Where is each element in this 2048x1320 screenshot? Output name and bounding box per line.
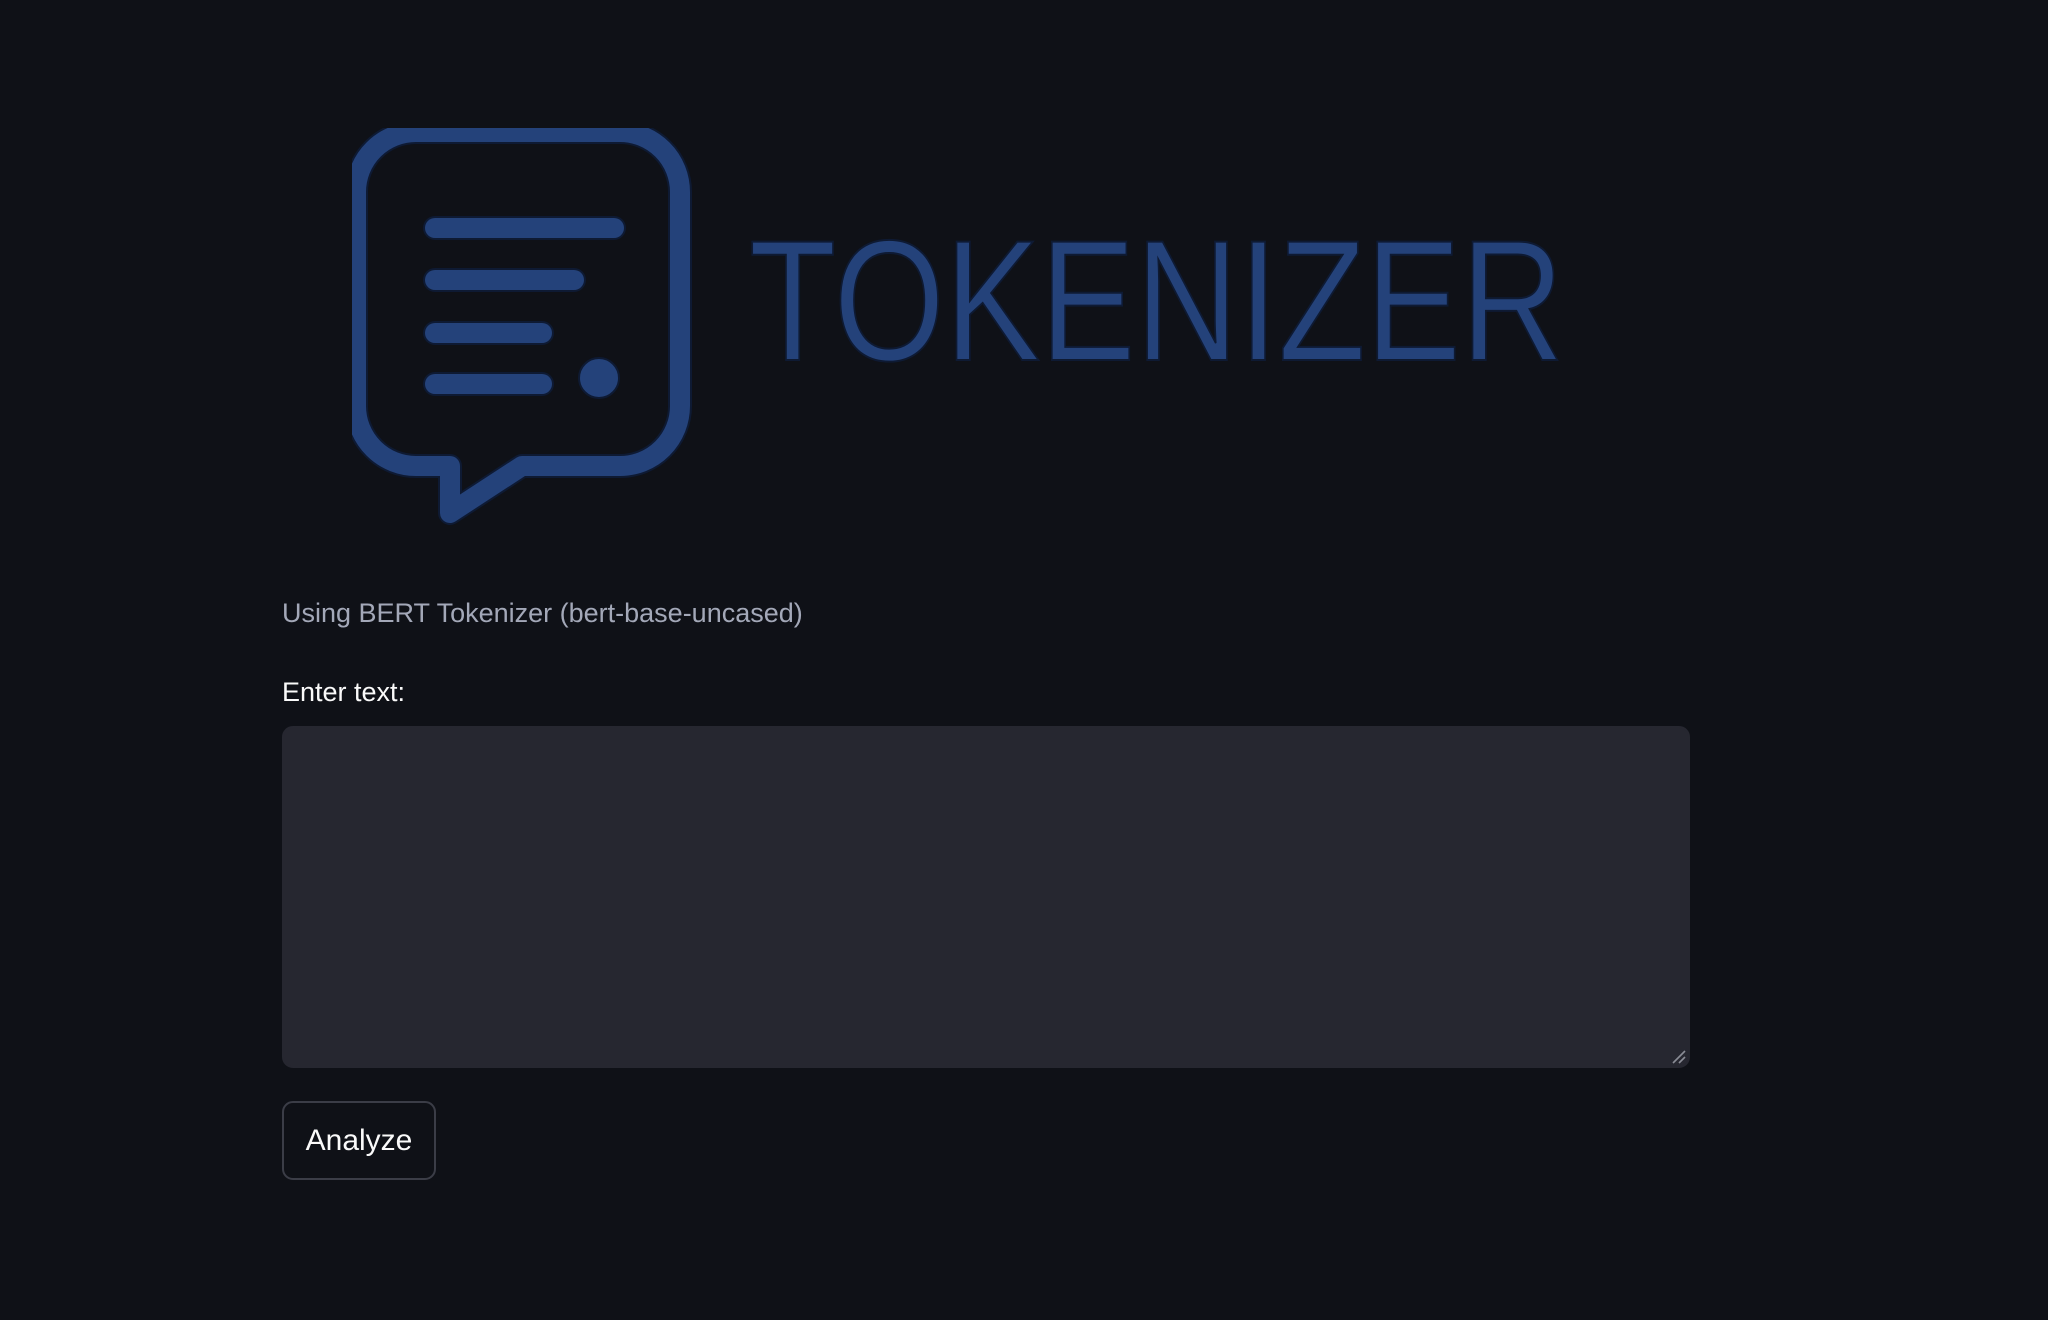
text-input-label: Enter text:	[282, 677, 406, 707]
app-page: TOKENIZER Using BERT Tokenizer (bert-bas…	[0, 0, 2048, 1320]
resize-handle-icon[interactable]	[1670, 1048, 1686, 1064]
text-lines	[423, 216, 626, 396]
chat-bubble-lines-icon	[352, 128, 692, 525]
logo-wordmark: TOKENIZER	[749, 205, 1564, 397]
analyze-button[interactable]: Analyze	[282, 1101, 436, 1180]
text-input[interactable]	[282, 726, 1690, 1068]
logo: TOKENIZER	[352, 128, 1592, 528]
logo-graphic: TOKENIZER	[352, 128, 1565, 525]
tokenizer-info-text: Using BERT Tokenizer (bert-base-uncased)	[282, 598, 803, 628]
